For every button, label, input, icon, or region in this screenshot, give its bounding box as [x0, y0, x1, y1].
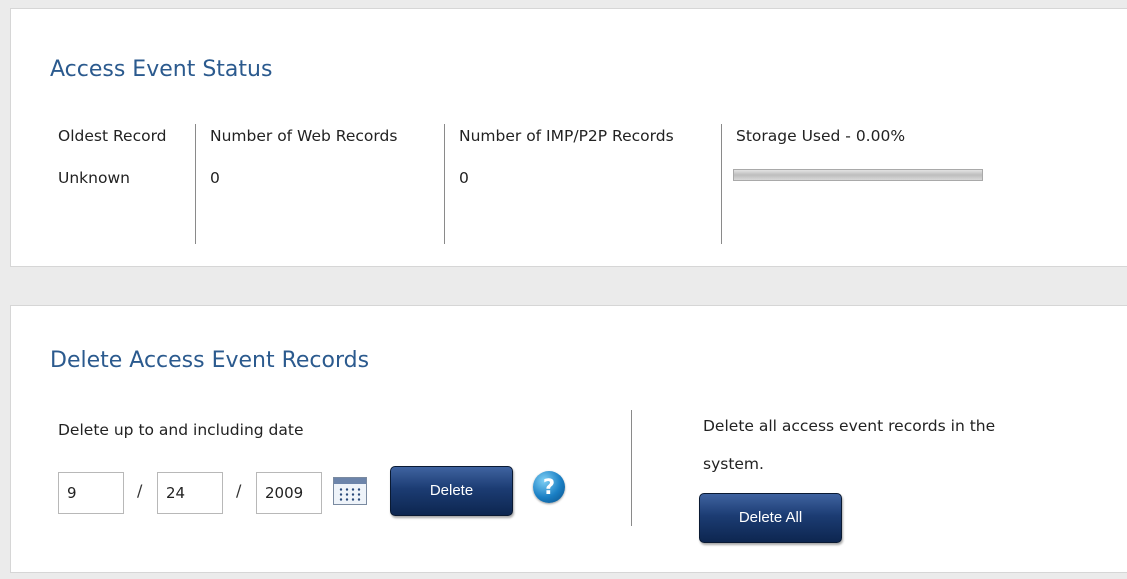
imp-p2p-records-value: 0 [459, 169, 469, 187]
imp-p2p-records-label: Number of IMP/P2P Records [459, 127, 674, 145]
section-divider [631, 410, 632, 526]
delete-all-description-line1: Delete all access event records in the [703, 417, 996, 435]
delete-all-description-line2: system. [703, 455, 764, 473]
oldest-record-value: Unknown [58, 169, 130, 187]
column-divider [195, 124, 196, 244]
year-input[interactable] [256, 472, 322, 514]
access-event-status-panel: Access Event Status Oldest Record Unknow… [10, 8, 1127, 267]
column-divider [721, 124, 722, 244]
delete-all-button[interactable]: Delete All [699, 493, 842, 543]
oldest-record-label: Oldest Record [58, 127, 167, 145]
date-separator: / [236, 481, 242, 500]
storage-progress-bar [733, 169, 983, 181]
date-separator: / [137, 481, 143, 500]
web-records-label: Number of Web Records [210, 127, 398, 145]
web-records-value: 0 [210, 169, 220, 187]
access-event-status-title: Access Event Status [50, 57, 273, 82]
delete-button[interactable]: Delete [390, 466, 513, 516]
calendar-icon[interactable] [333, 477, 367, 505]
storage-used-label: Storage Used - 0.00% [736, 127, 906, 145]
column-divider [444, 124, 445, 244]
day-input[interactable] [157, 472, 223, 514]
delete-date-label: Delete up to and including date [58, 421, 304, 439]
delete-records-title: Delete Access Event Records [50, 348, 370, 373]
month-input[interactable] [58, 472, 124, 514]
help-icon[interactable]: ? [533, 471, 565, 503]
delete-records-panel: Delete Access Event Records Delete up to… [10, 305, 1127, 573]
